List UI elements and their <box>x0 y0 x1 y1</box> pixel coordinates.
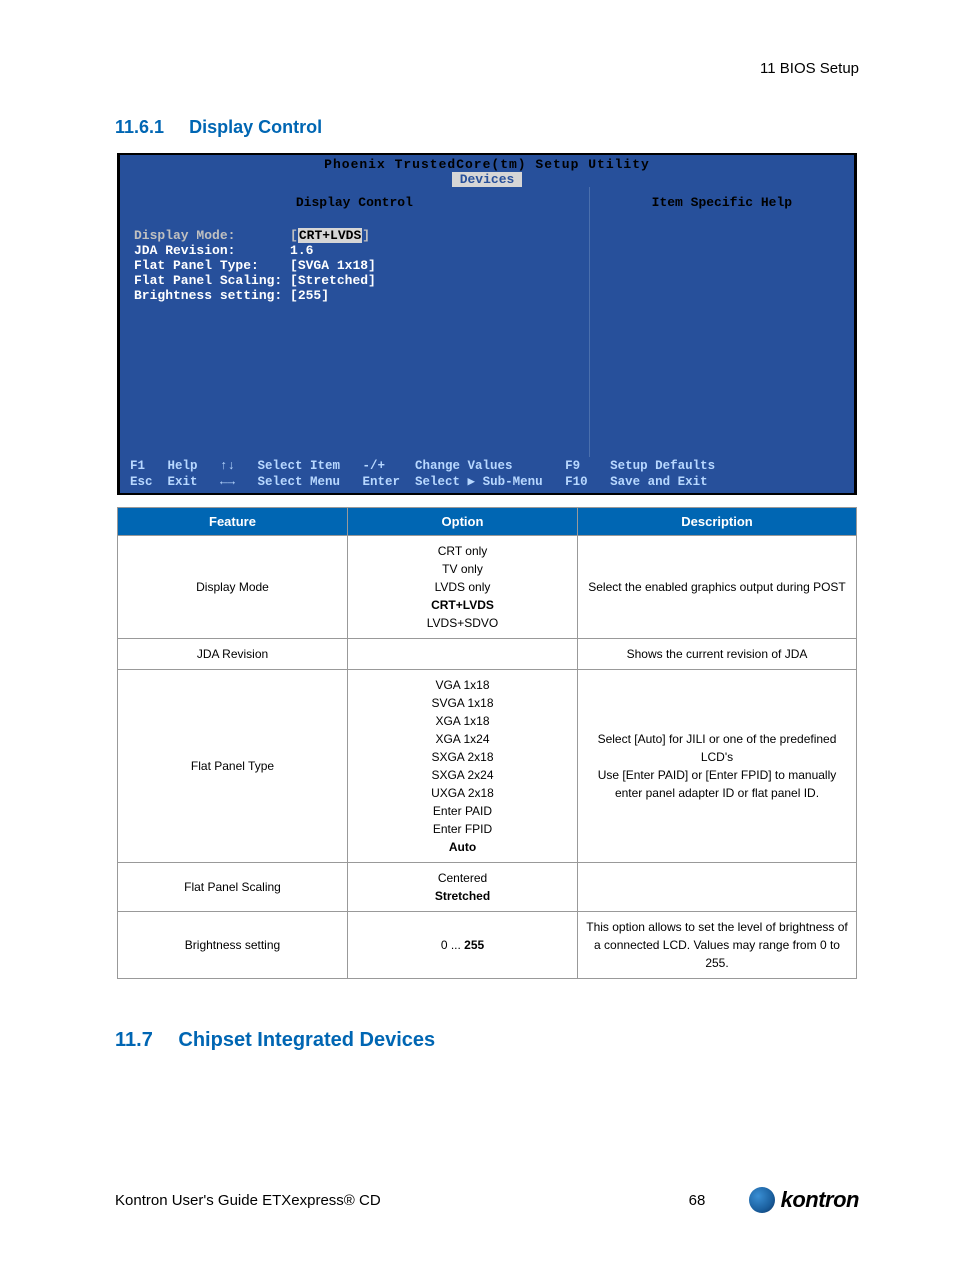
table-row: Display ModeCRT onlyTV onlyLVDS onlyCRT+… <box>118 536 857 639</box>
description-cell: Select the enabled graphics output durin… <box>578 536 857 639</box>
footer-page: 68 <box>689 1192 749 1209</box>
option-cell: CRT onlyTV onlyLVDS onlyCRT+LVDSLVDS+SDV… <box>348 536 578 639</box>
bios-tab-devices[interactable]: Devices <box>452 172 523 187</box>
table-row: Flat Panel ScalingCenteredStretched <box>118 863 857 912</box>
th-description: Description <box>578 508 857 536</box>
th-option: Option <box>348 508 578 536</box>
option-cell <box>348 639 578 670</box>
option-cell: VGA 1x18SVGA 1x18XGA 1x18XGA 1x24SXGA 2x… <box>348 670 578 863</box>
bios-footer: F1 Help ↑↓ Select Item -/+ Change Values… <box>120 457 854 493</box>
bios-screenshot: Phoenix TrustedCore(tm) Setup Utility De… <box>117 153 857 495</box>
kontron-text: kontron <box>781 1187 859 1213</box>
feature-cell: JDA Revision <box>118 639 348 670</box>
bios-footer-line2: Esc Exit ←→ Select Menu Enter Select ▶ S… <box>130 473 708 489</box>
section-title: Display Control <box>189 117 322 137</box>
description-cell: Shows the current revision of JDA <box>578 639 857 670</box>
bios-jda-revision: JDA Revision: 1.6 <box>134 243 575 258</box>
bios-brightness[interactable]: Brightness setting: [255] <box>134 288 575 303</box>
kontron-globe-icon <box>749 1187 775 1213</box>
options-table: Feature Option Description Display ModeC… <box>117 507 857 979</box>
feature-cell: Display Mode <box>118 536 348 639</box>
section-num: 11.7 <box>115 1029 153 1052</box>
bios-display-mode[interactable]: Display Mode: [CRT+LVDS] <box>134 228 575 243</box>
section-num: 11.6.1 <box>115 117 164 138</box>
feature-cell: Flat Panel Scaling <box>118 863 348 912</box>
description-cell: This option allows to set the level of b… <box>578 912 857 979</box>
bios-flat-panel-type[interactable]: Flat Panel Type: [SVGA 1x18] <box>134 258 575 273</box>
table-row: JDA Revision Shows the current revision o… <box>118 639 857 670</box>
description-cell <box>578 863 857 912</box>
section-heading-1: 11.6.1 Display Control <box>115 117 859 138</box>
breadcrumb: 11 BIOS Setup <box>115 60 859 77</box>
bios-right-title: Item Specific Help <box>600 195 844 210</box>
option-cell: CenteredStretched <box>348 863 578 912</box>
table-row: Brightness setting0 ... 255This option a… <box>118 912 857 979</box>
bios-left-title: Display Control <box>134 195 575 210</box>
section-heading-2: 11.7 Chipset Integrated Devices <box>115 1029 859 1052</box>
description-cell: Select [Auto] for JILI or one of the pre… <box>578 670 857 863</box>
page-footer: Kontron User's Guide ETXexpress® CD 68 k… <box>115 1187 859 1213</box>
feature-cell: Flat Panel Type <box>118 670 348 863</box>
th-feature: Feature <box>118 508 348 536</box>
table-row: Flat Panel TypeVGA 1x18SVGA 1x18XGA 1x18… <box>118 670 857 863</box>
bios-title: Phoenix TrustedCore(tm) Setup Utility <box>120 155 854 172</box>
feature-cell: Brightness setting <box>118 912 348 979</box>
kontron-logo: kontron <box>749 1187 859 1213</box>
bios-footer-line1: F1 Help ↑↓ Select Item -/+ Change Values… <box>130 459 715 473</box>
footer-guide: Kontron User's Guide ETXexpress® CD <box>115 1192 689 1209</box>
bios-flat-panel-scaling[interactable]: Flat Panel Scaling: [Stretched] <box>134 273 575 288</box>
section-title: Chipset Integrated Devices <box>178 1029 435 1051</box>
option-cell: 0 ... 255 <box>348 912 578 979</box>
